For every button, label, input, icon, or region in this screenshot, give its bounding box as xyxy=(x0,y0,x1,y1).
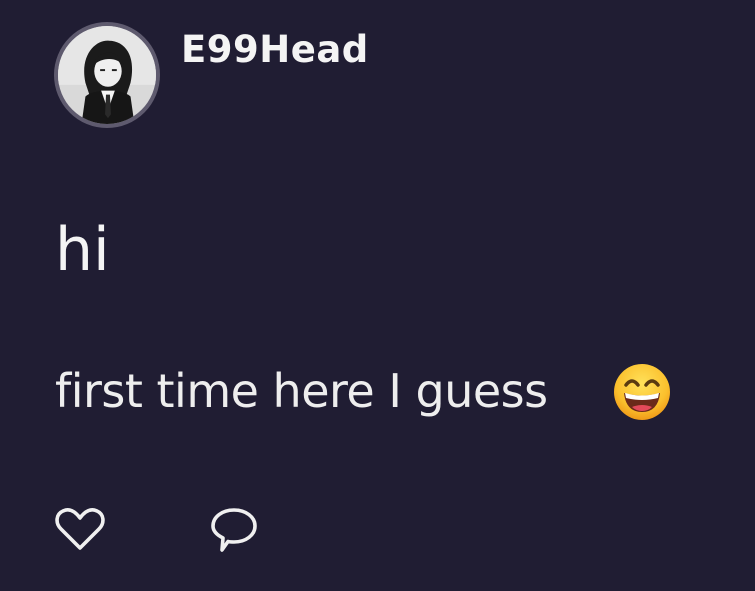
author-avatar[interactable] xyxy=(54,22,160,128)
comment-button[interactable] xyxy=(206,502,262,558)
author-username[interactable]: E99Head xyxy=(181,26,369,74)
speech-bubble-outline-icon xyxy=(211,508,257,552)
post-body: first time here I guess xyxy=(55,364,548,418)
grinning-face-emoji-icon xyxy=(612,362,672,422)
heart-outline-icon xyxy=(55,508,105,550)
like-button[interactable] xyxy=(52,502,108,558)
avatar-image xyxy=(58,26,156,124)
post-title: hi xyxy=(55,215,110,285)
post-card: E99Head hi first time here I guess xyxy=(0,0,755,591)
